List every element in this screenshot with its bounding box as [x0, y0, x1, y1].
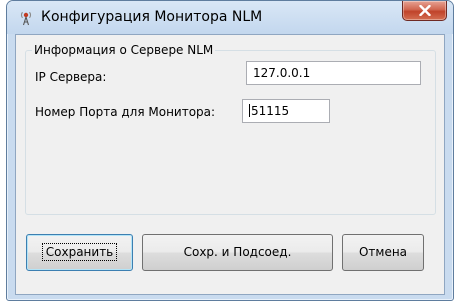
save-button-label: Сохранить [41, 243, 118, 261]
ip-input-value: 127.0.0.1 [253, 66, 311, 80]
window-title: Конфигурация Монитора NLM [41, 9, 263, 25]
server-info-groupbox: Информация о Сервере NLM IP Сервера: 127… [25, 43, 436, 215]
dialog-client-area: Информация о Сервере NLM IP Сервера: 127… [15, 34, 445, 295]
save-connect-button-label: Сохр. и Подсоед. [183, 245, 292, 259]
save-connect-button[interactable]: Сохр. и Подсоед. [142, 234, 333, 271]
text-caret [249, 104, 250, 117]
port-input-value: 51115 [251, 104, 290, 118]
save-button[interactable]: Сохранить [26, 234, 133, 271]
ip-label: IP Сервера: [35, 70, 107, 84]
port-label: Номер Порта для Монитора: [35, 105, 216, 119]
dialog-window: Конфигурация Монитора NLM Информация о С… [6, 0, 454, 301]
title-bar[interactable]: Конфигурация Монитора NLM [7, 1, 453, 34]
groupbox-legend: Информация о Сервере NLM [32, 43, 216, 57]
antenna-icon [18, 10, 34, 26]
cancel-button[interactable]: Отмена [342, 234, 424, 271]
close-icon [419, 5, 431, 16]
close-button[interactable] [402, 1, 447, 21]
port-input[interactable]: 51115 [242, 99, 330, 123]
cancel-button-label: Отмена [358, 245, 408, 259]
ip-input[interactable]: 127.0.0.1 [246, 61, 421, 85]
